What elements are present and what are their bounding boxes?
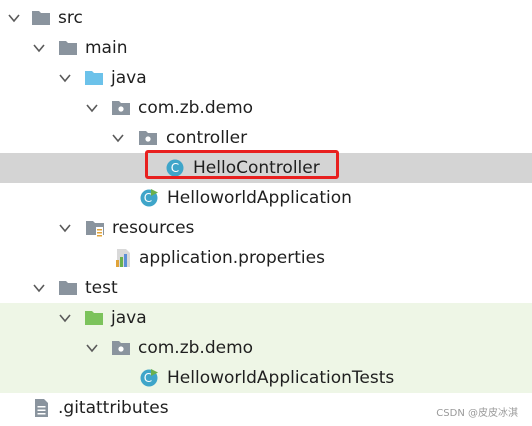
package-icon — [112, 341, 130, 355]
tree-label-properties: application.properties — [139, 248, 325, 268]
tree-label-main: main — [85, 38, 128, 58]
chevron-down-icon[interactable] — [33, 282, 45, 294]
tree-row-test-package[interactable]: com.zb.demo — [0, 333, 532, 363]
tree-row-test-java[interactable]: java — [0, 303, 532, 333]
tree-row-main[interactable]: main — [0, 33, 532, 63]
tree-label-test-package: com.zb.demo — [138, 338, 254, 358]
chevron-down-icon[interactable] — [86, 342, 98, 354]
spring-boot-class-icon: C — [140, 189, 158, 207]
tree-label-resources: resources — [112, 218, 195, 238]
source-folder-icon — [85, 71, 103, 85]
tree-row-properties[interactable]: application.properties — [0, 243, 532, 273]
package-icon — [139, 131, 157, 145]
test-folder-icon — [85, 311, 103, 325]
properties-file-icon — [116, 249, 130, 267]
resources-folder-icon — [86, 221, 104, 237]
tree-row-application-tests[interactable]: C HelloworldApplicationTests — [0, 363, 532, 393]
text-file-icon — [35, 399, 48, 417]
tree-row-application[interactable]: C HelloworldApplication — [0, 183, 532, 213]
tree-label-controller: controller — [166, 128, 248, 148]
tree-row-controller[interactable]: controller — [0, 123, 532, 153]
chevron-down-icon[interactable] — [112, 132, 124, 144]
watermark: CSDN @皮皮冰淇 — [436, 408, 518, 419]
chevron-down-icon[interactable] — [86, 102, 98, 114]
folder-icon — [59, 281, 77, 295]
tree-label-test-java: java — [111, 308, 147, 328]
tree-row-test[interactable]: test — [0, 273, 532, 303]
tree-label-application: HelloworldApplication — [167, 188, 352, 208]
tree-label-main-package: com.zb.demo — [138, 98, 254, 118]
package-icon — [112, 101, 130, 115]
tree-label-application-tests: HelloworldApplicationTests — [167, 368, 395, 388]
tree-row-main-java[interactable]: java — [0, 63, 532, 93]
chevron-down-icon[interactable] — [8, 12, 20, 24]
tree-row-src[interactable]: src — [0, 3, 532, 33]
selection-highlight-box — [145, 150, 339, 179]
chevron-down-icon[interactable] — [33, 42, 45, 54]
svg-text:C: C — [144, 371, 152, 385]
tree-label-src: src — [58, 8, 83, 28]
project-tree: src main java com.zb.demo controller C H… — [0, 3, 532, 423]
tree-row-main-package[interactable]: com.zb.demo — [0, 93, 532, 123]
folder-icon — [59, 41, 77, 55]
folder-icon — [32, 11, 50, 25]
spring-boot-test-class-icon: C — [140, 369, 158, 387]
svg-text:C: C — [144, 191, 152, 205]
tree-label-main-java: java — [111, 68, 147, 88]
chevron-down-icon[interactable] — [59, 312, 71, 324]
tree-label-test: test — [85, 278, 118, 298]
tree-label-gitattributes: .gitattributes — [58, 398, 169, 418]
tree-row-resources[interactable]: resources — [0, 213, 532, 243]
chevron-down-icon[interactable] — [59, 222, 71, 234]
chevron-down-icon[interactable] — [59, 72, 71, 84]
